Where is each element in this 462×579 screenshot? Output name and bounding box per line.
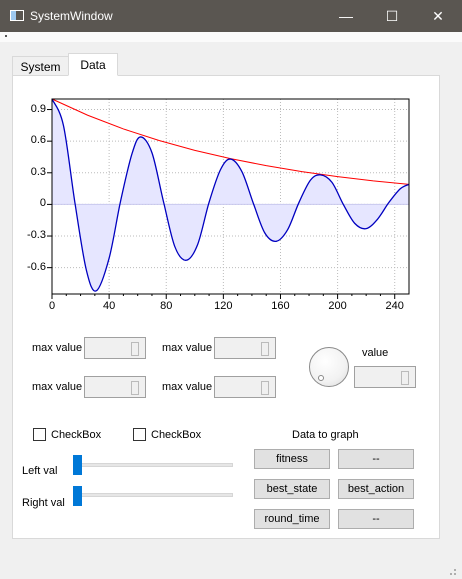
value-display <box>354 366 416 388</box>
max-value-label-4: max value <box>162 381 213 393</box>
y-tick-label: 0.6 <box>30 134 46 147</box>
round-time-button[interactable]: round_time <box>254 509 330 529</box>
best-action-button[interactable]: best_action <box>338 479 414 499</box>
max-value-display-3 <box>84 376 146 398</box>
value-dial[interactable] <box>309 347 349 387</box>
y-tick-label: 0 <box>39 197 46 210</box>
right-val-label: Right val <box>22 497 65 509</box>
right-val-slider-handle[interactable] <box>73 486 82 506</box>
right-val-slider[interactable] <box>73 493 233 497</box>
left-val-slider[interactable] <box>73 463 233 467</box>
x-tick-label: 40 <box>102 300 116 312</box>
best-state-button[interactable]: best_state <box>254 479 330 499</box>
checkbox-1[interactable] <box>33 428 46 441</box>
y-tick-label: 0.3 <box>30 165 46 178</box>
placeholder-button-1[interactable]: -- <box>338 449 414 469</box>
dial-knob-icon <box>318 375 324 381</box>
checkbox-2-label: CheckBox <box>151 429 202 441</box>
max-value-display-4 <box>214 376 276 398</box>
resize-grip-icon[interactable] <box>444 566 458 576</box>
series-fill-area <box>52 99 409 292</box>
x-tick-label: 160 <box>271 300 290 312</box>
max-value-label-2: max value <box>162 342 213 354</box>
y-tick-label: -0.6 <box>27 260 46 273</box>
max-value-display-1 <box>84 337 146 359</box>
fitness-button[interactable]: fitness <box>254 449 330 469</box>
tab-data[interactable]: Data <box>68 53 118 76</box>
x-tick-label: 120 <box>214 300 233 312</box>
y-tick-label: -0.3 <box>27 229 46 242</box>
x-tick-label: 0 <box>48 300 56 312</box>
y-tick-label: 0.9 <box>30 102 46 115</box>
x-tick-label: 240 <box>385 300 404 312</box>
checkbox-2[interactable] <box>133 428 146 441</box>
x-tick-label: 80 <box>160 300 173 312</box>
max-value-display-2 <box>214 337 276 359</box>
max-value-label-3: max value <box>32 381 83 393</box>
left-val-label: Left val <box>22 465 58 477</box>
checkbox-1-label: CheckBox <box>51 429 102 441</box>
max-value-label-1: max value <box>32 342 83 354</box>
value-label: value <box>362 347 389 359</box>
x-tick-label: 200 <box>328 300 347 312</box>
placeholder-button-2[interactable]: -- <box>338 509 414 529</box>
left-val-slider-handle[interactable] <box>73 455 82 475</box>
data-to-graph-label: Data to graph <box>292 429 359 441</box>
